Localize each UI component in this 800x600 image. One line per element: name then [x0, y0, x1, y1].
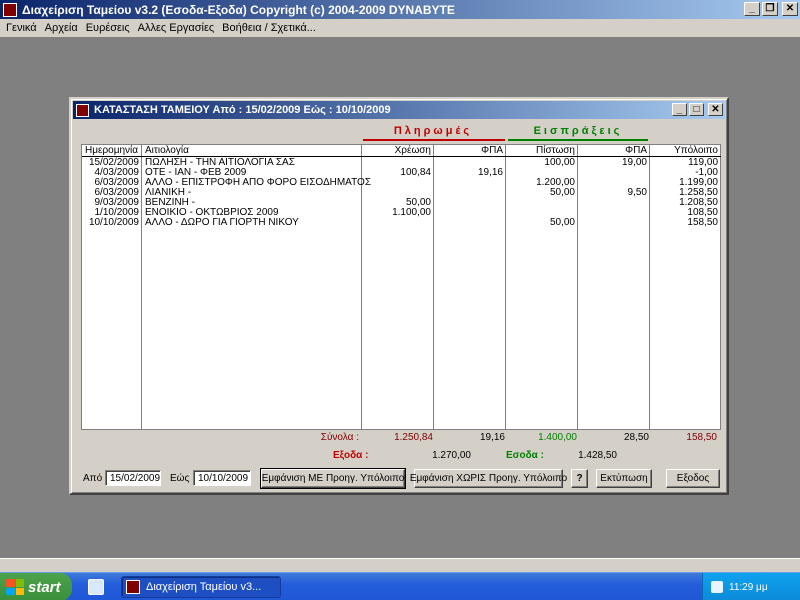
taskbar-app-button[interactable]: Διαχείριση Ταμείου v3...: [121, 576, 281, 598]
cell-balance: 158,50: [687, 217, 718, 228]
cell-debit-vat: [434, 198, 506, 208]
cell-debit: 1.100,00: [392, 207, 431, 218]
menu-other[interactable]: Αλλες Εργασίες: [134, 22, 219, 34]
total-credit-vat: 28,50: [623, 432, 649, 443]
minimize-button[interactable]: _: [744, 2, 760, 16]
total-debit-vat: 19,16: [479, 432, 505, 443]
cell-date: 10/10/2009: [88, 217, 139, 228]
header-credit[interactable]: Πίστωση: [506, 145, 578, 157]
cash-status-window: ΚΑΤΑΣΤΑΣΗ ΤΑΜΕΙΟΥ Από : 15/02/2009 Εώς :…: [69, 97, 729, 495]
receipts-underline: [508, 139, 648, 141]
app-title-bar: Διαχείριση Ταμείου v3.2 (Εσοδα-Εξοδα) Co…: [0, 0, 800, 19]
cell-reason: ΑΛΛΟ - ΔΩΡΟ ΓΙΑ ΓΙΟΡΤΗ ΝΙΚΟΥ: [145, 217, 299, 228]
header-reason[interactable]: Αιτιολογία: [142, 145, 362, 157]
cell-debit-vat: [434, 208, 506, 218]
summary-row: Εξοδα : 1.270,00 Εσοδα : 1.428,50: [81, 450, 721, 462]
show-without-prev-balance-button[interactable]: Εμφάνιση ΧΩΡΙΣ Προηγ. Υπόλοιπο: [410, 469, 567, 488]
from-label: Από :: [83, 473, 108, 484]
cell-credit-vat: [578, 218, 650, 228]
total-debit: 1.250,84: [394, 432, 433, 443]
window-icon: [76, 103, 89, 117]
show-with-prev-balance-button[interactable]: Εμφάνιση ΜΕ Προηγ. Υπόλοιπο: [260, 468, 406, 489]
print-button[interactable]: Εκτύπωση: [596, 469, 652, 488]
cell-credit-vat: 9,50: [627, 187, 647, 198]
cell-debit-vat: [434, 188, 506, 198]
cell-credit-vat: [578, 198, 650, 208]
payments-header: Πληρωμές: [393, 125, 473, 137]
menu-search[interactable]: Ευρέσεις: [82, 22, 134, 34]
header-debit[interactable]: Χρέωση: [362, 145, 434, 157]
cell-debit: [362, 218, 434, 228]
windows-logo-icon: [6, 579, 24, 595]
income-value: 1.428,50: [578, 450, 617, 461]
expenses-label: Εξοδα :: [333, 450, 369, 461]
header-debit-vat[interactable]: ΦΠΑ: [434, 145, 506, 157]
start-button[interactable]: start: [0, 573, 72, 600]
cell-credit: 50,00: [549, 187, 575, 198]
cell-credit: [506, 198, 578, 208]
expenses-value: 1.270,00: [432, 450, 471, 461]
cell-debit-vat: [434, 178, 506, 188]
cell-credit: 100,00: [544, 157, 575, 168]
total-credit: 1.400,00: [538, 432, 577, 443]
cell-debit-vat: [434, 218, 506, 228]
payments-underline: [363, 139, 505, 141]
menu-general[interactable]: Γενικά: [2, 22, 41, 34]
menu-help[interactable]: Βοήθεια / Σχετικά...: [218, 22, 320, 34]
cell-debit-vat: 19,16: [477, 167, 503, 178]
total-balance: 158,50: [686, 432, 717, 443]
taskbar: start Διαχείριση Ταμείου v3... EN ‹ 11:2…: [0, 572, 800, 600]
header-balance[interactable]: Υπόλοιπο: [650, 145, 721, 157]
quick-launch-icon[interactable]: [88, 579, 104, 595]
receipts-header: Εισπράξεις: [533, 125, 623, 137]
taskbar-app-title: Διαχείριση Ταμείου v3...: [146, 581, 262, 593]
transactions-table[interactable]: Ημερομηνία Αιτιολογία Χρέωση ΦΠΑ Πίστωση…: [81, 144, 721, 430]
from-date-field[interactable]: 15/02/2009: [105, 470, 161, 486]
cell-credit-vat: [578, 168, 650, 178]
totals-label: Σύνολα :: [320, 432, 359, 443]
to-label: Εώς :: [170, 473, 195, 484]
menu-bar: Γενικά Αρχεία Ευρέσεις Αλλες Εργασίες Βο…: [0, 19, 800, 37]
app-icon: [3, 2, 17, 17]
totals-row: Σύνολα : 1.250,84 19,16 1.400,00 28,50 1…: [81, 432, 721, 444]
window-close-button[interactable]: ✕: [708, 103, 723, 116]
exit-button[interactable]: Εξοδος: [666, 469, 720, 488]
cell-debit: [362, 178, 434, 188]
menu-files[interactable]: Αρχεία: [41, 22, 82, 34]
cell-credit-vat: 19,00: [621, 157, 647, 168]
status-bar: [0, 558, 800, 572]
filter-bar: Από : 15/02/2009 Εώς : 10/10/2009 Εμφάνι…: [81, 468, 721, 491]
to-date-field[interactable]: 10/10/2009: [193, 470, 251, 486]
system-tray: 11:29 μμ: [702, 573, 800, 600]
app-title: Διαχείριση Ταμείου v3.2 (Εσοδα-Εξοδα) Co…: [22, 2, 455, 17]
close-button[interactable]: ✕: [782, 2, 798, 16]
clock: 11:29 μμ: [729, 581, 768, 593]
taskbar-app-icon: [126, 580, 140, 594]
cell-debit: 100,84: [400, 167, 431, 178]
header-credit-vat[interactable]: ΦΠΑ: [578, 145, 650, 157]
window-minimize-button[interactable]: _: [672, 103, 687, 116]
window-title-bar: ΚΑΤΑΣΤΑΣΗ ΤΑΜΕΙΟΥ Από : 15/02/2009 Εώς :…: [73, 101, 725, 119]
help-icon[interactable]: ?: [571, 469, 588, 488]
restore-button[interactable]: ❐: [762, 2, 778, 16]
income-label: Εσοδα :: [506, 450, 544, 461]
window-title: ΚΑΤΑΣΤΑΣΗ ΤΑΜΕΙΟΥ Από : 15/02/2009 Εώς :…: [94, 104, 391, 116]
window-maximize-button[interactable]: □: [689, 103, 704, 116]
start-label: start: [28, 578, 61, 596]
cell-credit-vat: [578, 208, 650, 218]
cell-credit: 50,00: [549, 217, 575, 228]
header-date[interactable]: Ημερομηνία: [82, 145, 142, 157]
volume-icon[interactable]: [711, 581, 723, 593]
